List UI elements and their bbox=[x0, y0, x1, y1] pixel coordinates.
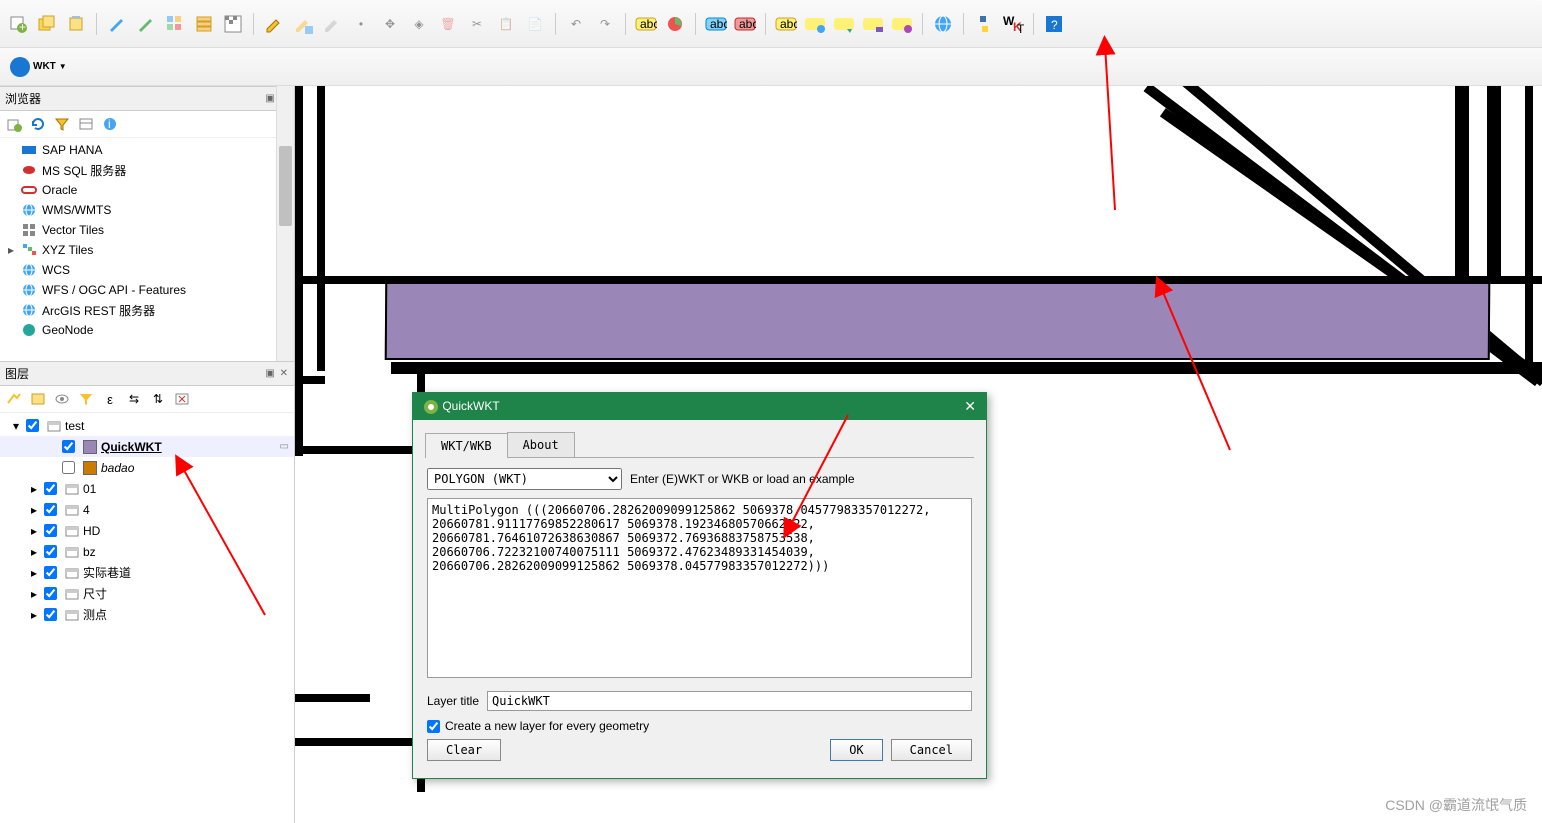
svg-text:?: ? bbox=[1051, 18, 1058, 32]
svg-text:abc: abc bbox=[640, 17, 657, 31]
svg-text:abc: abc bbox=[710, 17, 727, 31]
toolbar-btn-edit-save[interactable] bbox=[290, 11, 316, 37]
layers-remove-icon[interactable] bbox=[171, 388, 193, 410]
toolbar-btn-pen[interactable] bbox=[104, 11, 130, 37]
toolbar-btn-lb[interactable] bbox=[802, 11, 828, 37]
svg-text:T: T bbox=[1017, 22, 1024, 35]
close-icon[interactable]: ✕ bbox=[964, 398, 976, 415]
map-polygon bbox=[385, 282, 1491, 360]
toolbar-btn-pen2[interactable] bbox=[133, 11, 159, 37]
dialog-title-text: QuickWKT bbox=[442, 399, 499, 413]
toolbar-btn-le[interactable] bbox=[889, 11, 915, 37]
toolbar-btn-label1[interactable]: abc bbox=[633, 11, 659, 37]
toolbar-btn-move[interactable]: ✥ bbox=[377, 11, 403, 37]
layers-expand-icon[interactable]: ⇆ bbox=[123, 388, 145, 410]
toolbar-btn-la[interactable]: abc bbox=[773, 11, 799, 37]
browser-item[interactable]: WCS bbox=[0, 260, 294, 280]
tab-about[interactable]: About bbox=[507, 432, 575, 457]
browser-filter-icon[interactable] bbox=[51, 113, 73, 135]
layer-item[interactable]: QuickWKT▭ bbox=[0, 436, 294, 457]
toolbar-btn-edit[interactable] bbox=[261, 11, 287, 37]
layers-expr-icon[interactable]: ε bbox=[99, 388, 121, 410]
toolbar-btn-new-layer[interactable]: + bbox=[5, 11, 31, 37]
browser-toolbar: i bbox=[0, 111, 294, 138]
layer-title-input[interactable] bbox=[487, 691, 972, 711]
svg-text:i: i bbox=[108, 117, 111, 131]
browser-item[interactable]: Oracle bbox=[0, 180, 294, 200]
toolbar-btn-stack[interactable] bbox=[191, 11, 217, 37]
main-toolbar: + • ✥ ◈ 🗑 ✂ 📋 📄 ↶ ↷ abc abc abc abc WKT … bbox=[0, 0, 1542, 48]
browser-add-icon[interactable] bbox=[3, 113, 25, 135]
toolbar-btn-quickwkt-plugin[interactable]: WKT bbox=[1000, 11, 1026, 37]
layers-toolbar: ε ⇆ ⇅ bbox=[0, 386, 294, 413]
clear-button[interactable]: Clear bbox=[427, 739, 501, 761]
svg-text:+: + bbox=[19, 20, 26, 34]
wkt-textarea[interactable]: MultiPolygon (((20660706.282620090991258… bbox=[427, 498, 972, 678]
toolbar-btn-label-hide[interactable]: abc bbox=[732, 11, 758, 37]
layers-visibility-icon[interactable] bbox=[51, 388, 73, 410]
browser-tree[interactable]: SAP HANAMS SQL 服务器OracleWMS/WMTSVector T… bbox=[0, 138, 294, 361]
annotation-arrow bbox=[170, 455, 280, 628]
browser-scrollbar[interactable] bbox=[276, 86, 294, 361]
toolbar-btn-paste-layer[interactable] bbox=[63, 11, 89, 37]
checkbox-label[interactable]: Create a new layer for every geometry bbox=[445, 719, 649, 733]
ok-button[interactable]: OK bbox=[830, 739, 882, 761]
wkt-badge[interactable]: WKT ▼ bbox=[5, 54, 71, 80]
browser-item[interactable]: WFS / OGC API - Features bbox=[0, 280, 294, 300]
layer-title-label: Layer title bbox=[427, 694, 479, 708]
browser-item[interactable]: MS SQL 服务器 bbox=[0, 160, 294, 180]
panel-controls[interactable]: ▣ ✕ bbox=[265, 368, 289, 379]
annotation-arrow bbox=[1150, 280, 1250, 463]
toolbar-btn-copy[interactable]: 📋 bbox=[493, 11, 519, 37]
toolbar-btn-edit3[interactable] bbox=[319, 11, 345, 37]
toolbar-btn-node[interactable]: ◈ bbox=[406, 11, 432, 37]
browser-panel-header: 浏览器 ▣ ✕ bbox=[0, 86, 294, 111]
toolbar-btn-paste[interactable]: 📄 bbox=[522, 11, 548, 37]
svg-text:abc: abc bbox=[739, 17, 756, 31]
browser-props-icon[interactable]: i bbox=[99, 113, 121, 135]
layers-style-icon[interactable] bbox=[3, 388, 25, 410]
toolbar-secondary: WKT ▼ bbox=[0, 48, 1542, 86]
watermark: CSDN @霸道流氓气质 bbox=[1385, 795, 1527, 815]
quickwkt-dialog: QuickWKT ✕ WKT/WKB About POLYGON (WKT) E… bbox=[412, 392, 987, 779]
geometry-type-select[interactable]: POLYGON (WKT) bbox=[427, 468, 622, 490]
dialog-tabs: WKT/WKB About bbox=[425, 432, 974, 458]
browser-item[interactable]: GeoNode bbox=[0, 320, 294, 340]
annotation-arrow bbox=[778, 410, 858, 553]
toolbar-btn-label-show[interactable]: abc bbox=[703, 11, 729, 37]
toolbar-btn-undo[interactable]: ↶ bbox=[563, 11, 589, 37]
toolbar-btn-web[interactable] bbox=[930, 11, 956, 37]
layers-collapse-icon[interactable]: ⇅ bbox=[147, 388, 169, 410]
browser-item[interactable]: WMS/WMTS bbox=[0, 200, 294, 220]
cancel-button[interactable]: Cancel bbox=[891, 739, 972, 761]
layer-group-root[interactable]: ▾test bbox=[0, 415, 294, 436]
browser-item[interactable]: SAP HANA bbox=[0, 140, 294, 160]
browser-item[interactable]: Vector Tiles bbox=[0, 220, 294, 240]
browser-item[interactable]: ▸XYZ Tiles bbox=[0, 240, 294, 260]
toolbar-btn-raster[interactable] bbox=[220, 11, 246, 37]
toolbar-btn-ld[interactable] bbox=[860, 11, 886, 37]
browser-item[interactable]: ArcGIS REST 服务器 bbox=[0, 300, 294, 320]
annotation-arrow bbox=[1095, 40, 1135, 223]
browser-refresh-icon[interactable] bbox=[27, 113, 49, 135]
layers-filter-icon[interactable] bbox=[75, 388, 97, 410]
toolbar-btn-diagram[interactable] bbox=[662, 11, 688, 37]
toolbar-btn-redo[interactable]: ↷ bbox=[592, 11, 618, 37]
toolbar-btn-add-point[interactable]: • bbox=[348, 11, 374, 37]
dialog-titlebar[interactable]: QuickWKT ✕ bbox=[413, 393, 986, 420]
toolbar-btn-grid[interactable] bbox=[162, 11, 188, 37]
toolbar-btn-cut[interactable]: ✂ bbox=[464, 11, 490, 37]
tab-wkt[interactable]: WKT/WKB bbox=[425, 433, 508, 458]
toolbar-btn-help[interactable]: ? bbox=[1041, 11, 1067, 37]
svg-text:abc: abc bbox=[780, 17, 797, 31]
new-layer-checkbox[interactable] bbox=[427, 720, 440, 733]
browser-collapse-icon[interactable] bbox=[75, 113, 97, 135]
toolbar-btn-del[interactable]: 🗑 bbox=[435, 11, 461, 37]
toolbar-btn-copy-layer[interactable] bbox=[34, 11, 60, 37]
toolbar-btn-python[interactable] bbox=[971, 11, 997, 37]
layers-panel-header: 图层 ▣ ✕ bbox=[0, 361, 294, 386]
layers-add-group-icon[interactable] bbox=[27, 388, 49, 410]
toolbar-btn-lc[interactable] bbox=[831, 11, 857, 37]
